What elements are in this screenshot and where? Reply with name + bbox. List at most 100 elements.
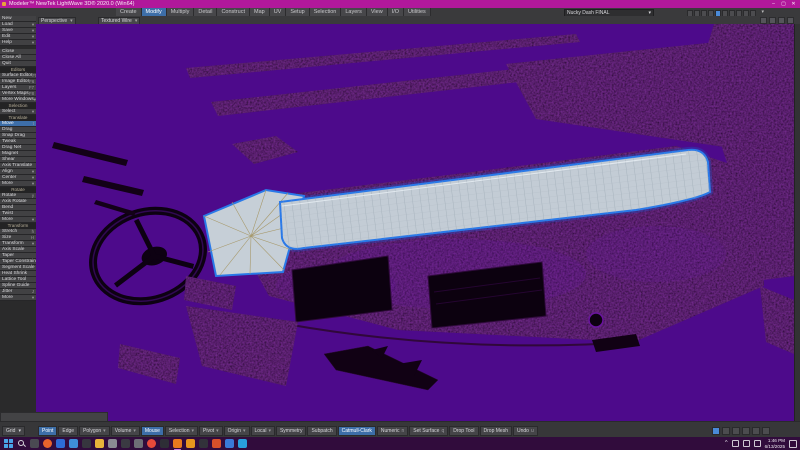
app-blue-2-icon[interactable] <box>225 439 234 448</box>
shortcut-hint: u <box>530 428 534 434</box>
undo-button[interactable]: Undo u <box>512 426 538 436</box>
sidebar-item-label: Jitter <box>2 289 13 294</box>
point-button[interactable]: Point <box>38 426 58 436</box>
edge-button[interactable]: Edge <box>58 426 79 436</box>
grid-dropdown[interactable]: Grid ▾ <box>2 426 25 436</box>
tray-icon[interactable] <box>742 440 750 447</box>
system-tray: ^ 1:46 PM 6/13/2025 <box>725 437 797 450</box>
lightwave-modeler-icon[interactable] <box>173 439 182 450</box>
tab-view[interactable]: View <box>366 8 388 16</box>
sidebar-item-label: Save <box>2 28 13 33</box>
app-blue-1-icon[interactable] <box>56 439 65 448</box>
toolbar-mini-icon[interactable] <box>742 427 750 435</box>
sidebar-item-label: New <box>2 16 12 21</box>
caret-down-icon: ▾ <box>31 175 34 180</box>
local-button[interactable]: Local ▾ <box>250 426 275 436</box>
notification-center-icon[interactable] <box>789 439 797 448</box>
tab-i-o[interactable]: I/O <box>387 8 405 16</box>
app-cyan-1-icon[interactable] <box>238 439 247 448</box>
toolbar-mini-icon[interactable] <box>752 427 760 435</box>
selection-button[interactable]: Selection ▾ <box>164 426 198 436</box>
maximize-button[interactable]: ▢ <box>779 0 788 8</box>
start-icon[interactable] <box>4 439 13 448</box>
tab-utilities[interactable]: Utilities <box>404 8 431 16</box>
viewport-header-icon[interactable] <box>760 17 767 24</box>
hidden-icons-chevron[interactable]: ^ <box>725 437 728 450</box>
button-label: Set Surface <box>413 428 440 434</box>
lightwave-layout-icon[interactable] <box>186 439 195 448</box>
shortcut-hint: n <box>401 428 405 434</box>
tab-map[interactable]: Map <box>249 8 270 16</box>
sidebar-item-label: Lattice Tool <box>2 277 27 282</box>
viewport-header-icon[interactable] <box>769 17 776 24</box>
sidebar-item-label: Twist <box>2 211 13 216</box>
titlebar[interactable]: Modeler™ NewTek LightWave 3D® 2020.0 (Wi… <box>0 0 800 8</box>
tab-multiply[interactable]: Multiply <box>166 8 195 16</box>
viewport-canvas[interactable] <box>36 24 794 421</box>
button-label: Subpatch <box>311 428 333 434</box>
polygon-button[interactable]: Polygon ▾ <box>79 426 110 436</box>
tab-uv[interactable]: UV <box>269 8 287 16</box>
tab-modify[interactable]: Modify <box>141 8 167 16</box>
subpatch-button[interactable]: Subpatch <box>307 426 337 436</box>
drop-mesh-button[interactable]: Drop Mesh <box>479 426 512 436</box>
pivot-button[interactable]: Pivot ▾ <box>199 426 223 436</box>
symmetry-button[interactable]: Symmetry <box>275 426 307 436</box>
button-label: Symmetry <box>279 428 303 434</box>
viewport-header-icon[interactable] <box>778 17 785 24</box>
file-explorer-icon[interactable] <box>95 439 104 448</box>
caret-down-icon: ▾ <box>31 181 34 186</box>
app-photos-icon[interactable] <box>69 439 78 448</box>
toolbar-mini-icon[interactable] <box>732 427 740 435</box>
shortcut-hint: F8 <box>28 91 34 96</box>
app-browser-icon[interactable] <box>43 439 52 448</box>
toolbar-mini-icon[interactable] <box>722 427 730 435</box>
bottom-toolbar: Grid ▾ Point Edge Polygon ▾ Volume ▾ Mouse Sele… <box>0 421 800 438</box>
tab-construct[interactable]: Construct <box>217 8 250 16</box>
app-chrome-icon[interactable] <box>147 439 156 448</box>
tray-icon[interactable] <box>731 440 739 447</box>
close-button[interactable]: ✕ <box>789 0 798 8</box>
toolbar-mini-icon[interactable] <box>712 427 720 435</box>
origin-button[interactable]: Origin ▾ <box>223 426 250 436</box>
toolbar-mini-icon[interactable] <box>762 427 770 435</box>
task-view-icon[interactable] <box>30 439 39 448</box>
viewport-header-icon[interactable] <box>787 17 794 24</box>
app-gray-1-icon[interactable] <box>134 439 143 448</box>
sidebar-item-label: Stretch <box>2 229 18 234</box>
tab-detail[interactable]: Detail <box>194 8 218 16</box>
sidebar-item-label: Load <box>2 22 13 27</box>
app-dark-2-icon[interactable] <box>160 439 169 448</box>
drop-tool-button[interactable]: Drop Tool <box>449 426 479 436</box>
button-label: Drop Mesh <box>483 428 508 434</box>
numeric-button[interactable]: Numeric n <box>376 426 409 436</box>
tab-layers[interactable]: Layers <box>341 8 367 16</box>
shortcut-hint: F6 <box>29 79 35 84</box>
app-camera-icon[interactable] <box>82 439 91 448</box>
volume-button[interactable]: Volume ▾ <box>110 426 140 436</box>
grid-label: Grid <box>6 428 16 434</box>
tab-create[interactable]: Create <box>116 8 142 16</box>
minimize-button[interactable]: – <box>769 0 778 8</box>
tab-setup[interactable]: Setup <box>286 8 310 16</box>
tray-icon[interactable] <box>753 440 761 447</box>
search-icon[interactable] <box>17 439 26 448</box>
mouse-button[interactable]: Mouse <box>140 426 164 436</box>
sidebar: New Load ▾ Save ▾ Edit ▾ Help ▾ Close Close All Qui… <box>0 16 36 412</box>
app-dark-1-icon[interactable] <box>121 439 130 448</box>
catmull-clark-button[interactable]: Catmull-Clark <box>337 426 376 436</box>
layer-bank-caret-icon[interactable]: ▾ <box>761 9 764 16</box>
sidebar-item-label: Segment Scale <box>2 265 35 270</box>
app-red-1-icon[interactable] <box>212 439 221 448</box>
tab-selection[interactable]: Selection <box>309 8 342 16</box>
app-dark-3-icon[interactable] <box>199 439 208 448</box>
set-surface-button[interactable]: Set Surface q <box>409 426 449 436</box>
shortcut-hint: y <box>31 193 34 198</box>
sidebar-item-more[interactable]: More ▾ <box>0 295 36 301</box>
viewport-scrollbar[interactable] <box>794 24 800 421</box>
sidebar-item-label: Center <box>2 175 17 180</box>
clock[interactable]: 1:46 PM 6/13/2025 <box>765 438 785 448</box>
app-tools-icon[interactable] <box>108 439 117 448</box>
sidebar-item-label: Axis Scale <box>2 247 25 252</box>
button-label: Numeric <box>380 428 400 434</box>
